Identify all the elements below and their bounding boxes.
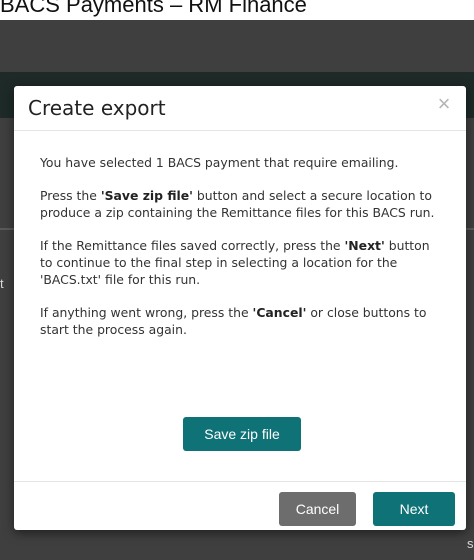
next-instructions: If the Remittance files saved correctly,… bbox=[40, 237, 440, 288]
instruction-emphasis: 'Next' bbox=[344, 238, 385, 253]
cancel-button[interactable]: Cancel bbox=[279, 492, 356, 526]
instruction-text: If anything went wrong, press the bbox=[40, 305, 253, 320]
instruction-text: Press the bbox=[40, 188, 101, 203]
dialog-body: You have selected 1 BACS payment that re… bbox=[40, 154, 440, 354]
instruction-emphasis: 'Save zip file' bbox=[100, 188, 193, 203]
save-instructions: Press the 'Save zip file' button and sel… bbox=[40, 187, 440, 221]
instruction-emphasis: 'Cancel' bbox=[252, 305, 307, 320]
selection-summary: You have selected 1 BACS payment that re… bbox=[40, 154, 440, 171]
cancel-instructions: If anything went wrong, press the 'Cance… bbox=[40, 304, 440, 338]
close-icon[interactable]: × bbox=[432, 92, 456, 116]
dialog-title: Create export bbox=[28, 96, 166, 120]
next-button[interactable]: Next bbox=[373, 492, 455, 526]
background-text-fragment: t bbox=[0, 276, 4, 291]
create-export-dialog: Create export × You have selected 1 BACS… bbox=[14, 86, 466, 530]
save-zip-button[interactable]: Save zip file bbox=[183, 417, 301, 451]
summary-text: You have selected 1 BACS payment that re… bbox=[40, 155, 399, 170]
background-text-fragment: s bbox=[467, 536, 474, 551]
page-title: BACS Payments – RM Finance bbox=[0, 0, 307, 17]
dialog-header: Create export × bbox=[14, 86, 466, 131]
instruction-text: If the Remittance files saved correctly,… bbox=[40, 238, 345, 253]
dialog-footer: Cancel Next bbox=[14, 481, 466, 531]
